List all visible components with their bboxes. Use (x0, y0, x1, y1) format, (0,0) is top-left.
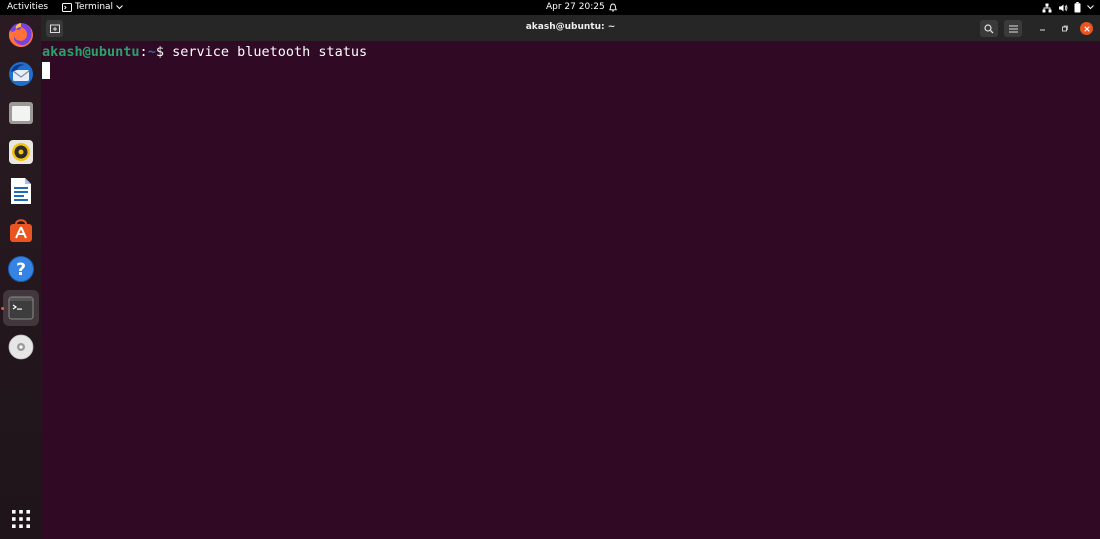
menu-button[interactable] (1004, 20, 1022, 37)
libreoffice-writer-icon (11, 178, 31, 204)
prompt-path: ~ (147, 44, 156, 60)
prompt-line: akash@ubuntu:~$ service bluetooth status (42, 44, 1100, 61)
dock-item-libreoffice-writer[interactable] (3, 173, 39, 209)
terminal-window: akash@ubuntu: ~ akash@ubuntu:~$ service … (41, 15, 1100, 539)
ubuntu-software-icon (10, 219, 32, 242)
dock-item-terminal[interactable] (3, 290, 39, 326)
activities-button[interactable]: Activities (7, 2, 48, 12)
volume-icon (1059, 4, 1068, 11)
clock[interactable]: Apr 27 20:25 (546, 2, 617, 12)
minimize-button[interactable] (1035, 20, 1049, 37)
battery-icon (1074, 2, 1081, 13)
top-bar: Activities Terminal Apr 27 20:25 (0, 0, 1100, 15)
system-tray[interactable] (1042, 1, 1094, 14)
window-title: akash@ubuntu: ~ (525, 22, 616, 32)
search-button[interactable] (980, 20, 998, 37)
prompt-symbol: $ (155, 44, 173, 60)
app-menu-label: Terminal (75, 2, 114, 12)
app-menu[interactable]: Terminal (62, 2, 123, 12)
show-applications-button[interactable] (3, 501, 39, 537)
help-icon: ? (8, 256, 34, 282)
command-text: service bluetooth status (172, 44, 368, 60)
dock-item-files[interactable] (3, 95, 39, 131)
close-button[interactable] (1080, 22, 1093, 35)
window-headerbar[interactable]: akash@ubuntu: ~ (41, 15, 1100, 42)
firefox-icon (8, 23, 33, 47)
text-cursor (42, 62, 50, 79)
close-icon (1083, 25, 1090, 32)
minimize-icon (1039, 29, 1045, 31)
chevron-down-icon (1087, 5, 1094, 10)
terminal-output[interactable]: akash@ubuntu:~$ service bluetooth status (41, 42, 1100, 539)
files-icon (9, 102, 33, 124)
maximize-button[interactable] (1057, 20, 1071, 37)
terminal-small-icon (62, 2, 72, 12)
dock-item-help[interactable]: ? (3, 251, 39, 287)
dock-item-ubuntu-software[interactable] (3, 212, 39, 248)
dock-item-thunderbird[interactable] (3, 56, 39, 92)
dock: ? (0, 15, 41, 539)
dock-item-firefox[interactable] (3, 17, 39, 53)
search-icon (984, 23, 994, 33)
network-icon (1042, 3, 1052, 12)
restore-icon (1061, 25, 1068, 32)
alarm-icon (608, 3, 617, 11)
show-applications-icon (12, 510, 30, 528)
svg-text:?: ? (16, 260, 26, 280)
prompt-user-host: akash@ubuntu (42, 44, 140, 60)
clock-text: Apr 27 20:25 (546, 2, 605, 12)
hamburger-icon (1008, 25, 1018, 32)
terminal-icon (8, 296, 34, 320)
disc-icon (8, 334, 34, 360)
dock-item-dvd[interactable] (3, 329, 39, 365)
prompt-separator: : (139, 44, 148, 60)
chevron-down-icon (116, 4, 123, 9)
dock-item-rhythmbox[interactable] (3, 134, 39, 170)
rhythmbox-icon (9, 140, 33, 164)
thunderbird-icon (9, 62, 33, 86)
